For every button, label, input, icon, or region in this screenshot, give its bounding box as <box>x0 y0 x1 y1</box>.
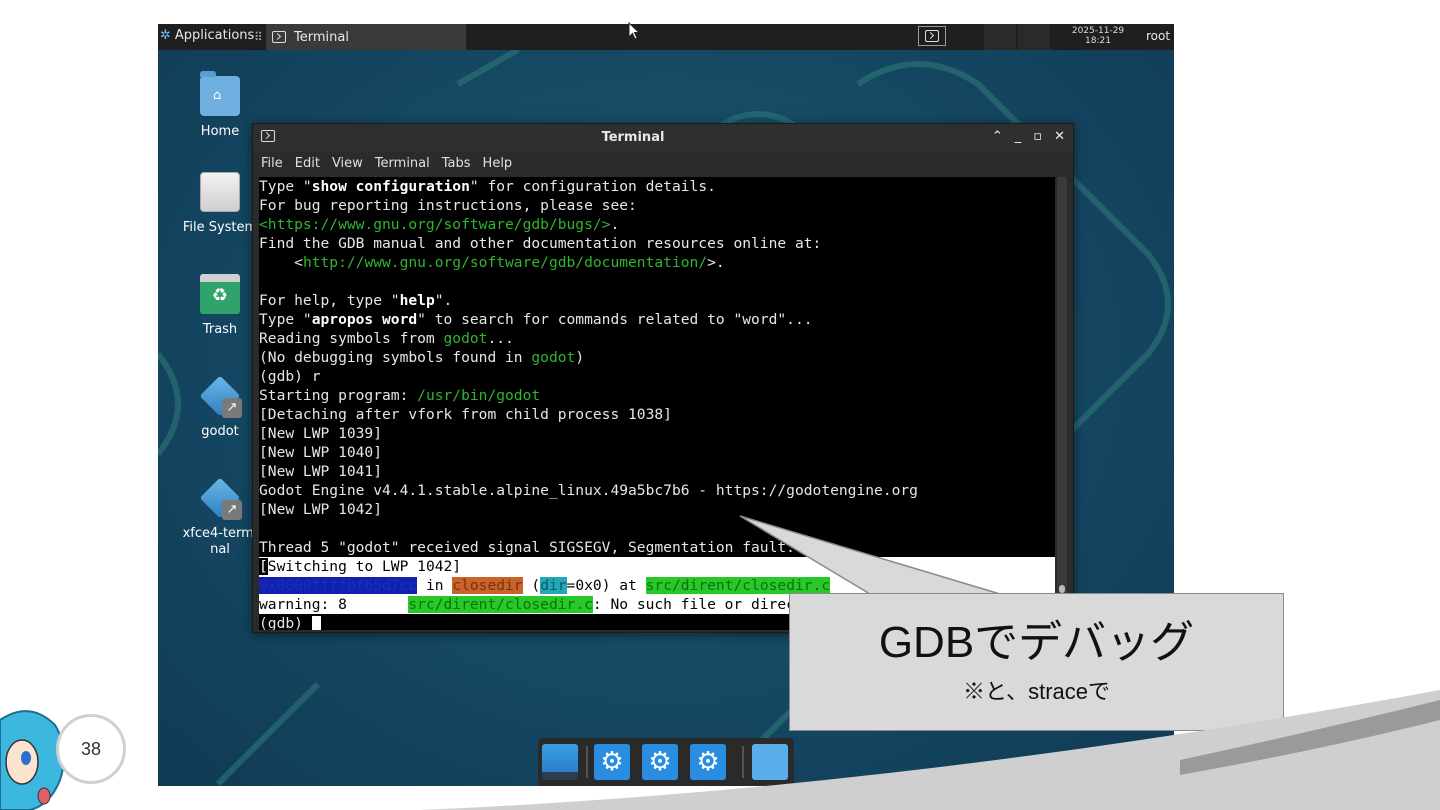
slide-footer-swoosh <box>420 690 1440 810</box>
page-number: 38 <box>56 714 126 784</box>
